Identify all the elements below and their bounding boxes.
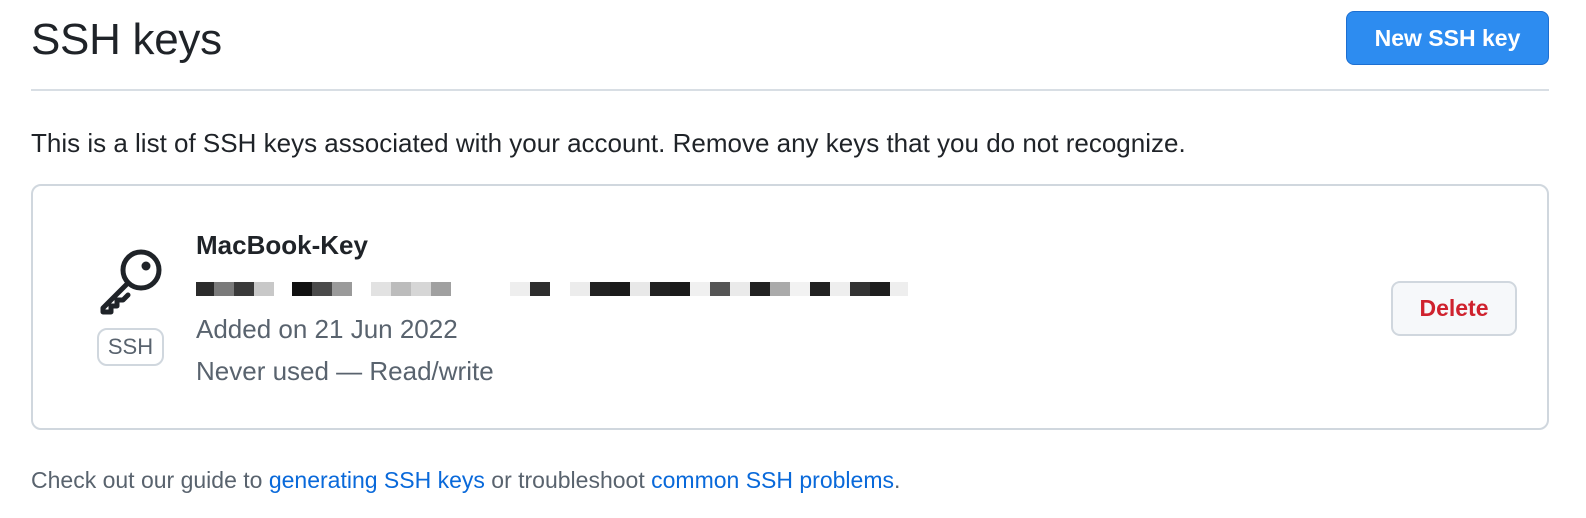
- footer-suffix: .: [893, 467, 901, 493]
- delete-key-button[interactable]: Delete: [1391, 281, 1517, 336]
- redaction-block: [371, 282, 391, 296]
- generating-ssh-keys-link[interactable]: generating SSH keys: [269, 467, 485, 493]
- key-added-date: Added on 21 Jun 2022: [196, 314, 458, 344]
- redaction-block: [710, 282, 730, 296]
- key-icon: [100, 249, 162, 315]
- redaction-block: [890, 282, 908, 296]
- redaction-block: [790, 282, 810, 296]
- new-ssh-key-button[interactable]: New SSH key: [1346, 11, 1549, 65]
- redaction-block: [214, 282, 234, 296]
- redaction-block: [431, 282, 451, 296]
- redaction-block: [530, 282, 550, 296]
- page-title: SSH keys: [31, 15, 222, 64]
- redaction-block: [630, 282, 650, 296]
- redaction-block: [312, 282, 332, 296]
- header-divider: [31, 89, 1549, 91]
- ssh-key-item: SSH MacBook-Key Added on 21 Jun 2022 Nev…: [31, 184, 1549, 430]
- key-fingerprint-redacted: [196, 280, 908, 296]
- redaction-block: [254, 282, 274, 296]
- redaction-block: [234, 282, 254, 296]
- redaction-block: [570, 282, 590, 296]
- key-usage-status: Never used — Read/write: [196, 356, 494, 386]
- ssh-type-badge: SSH: [97, 328, 164, 366]
- key-title: MacBook-Key: [196, 230, 368, 260]
- redaction-block: [650, 282, 670, 296]
- redaction-block: [850, 282, 870, 296]
- redaction-block: [391, 282, 411, 296]
- redaction-block: [770, 282, 790, 296]
- redaction-block: [730, 282, 750, 296]
- redaction-block: [670, 282, 690, 296]
- redaction-block: [610, 282, 630, 296]
- redaction-block: [510, 282, 530, 296]
- redaction-block: [332, 282, 352, 296]
- redaction-block: [590, 282, 610, 296]
- redaction-block: [292, 282, 312, 296]
- redaction-block: [196, 282, 214, 296]
- footer-middle: or troubleshoot: [484, 467, 652, 493]
- footer-help-text: Check out our guide to generating SSH ke…: [31, 465, 900, 495]
- redaction-block: [810, 282, 830, 296]
- footer-prefix: Check out our guide to: [31, 467, 269, 493]
- redaction-block: [750, 282, 770, 296]
- redaction-block: [870, 282, 890, 296]
- redaction-block: [830, 282, 850, 296]
- redaction-block: [411, 282, 431, 296]
- intro-text: This is a list of SSH keys associated wi…: [31, 128, 1186, 158]
- redaction-block: [690, 282, 710, 296]
- common-ssh-problems-link[interactable]: common SSH problems: [651, 467, 894, 493]
